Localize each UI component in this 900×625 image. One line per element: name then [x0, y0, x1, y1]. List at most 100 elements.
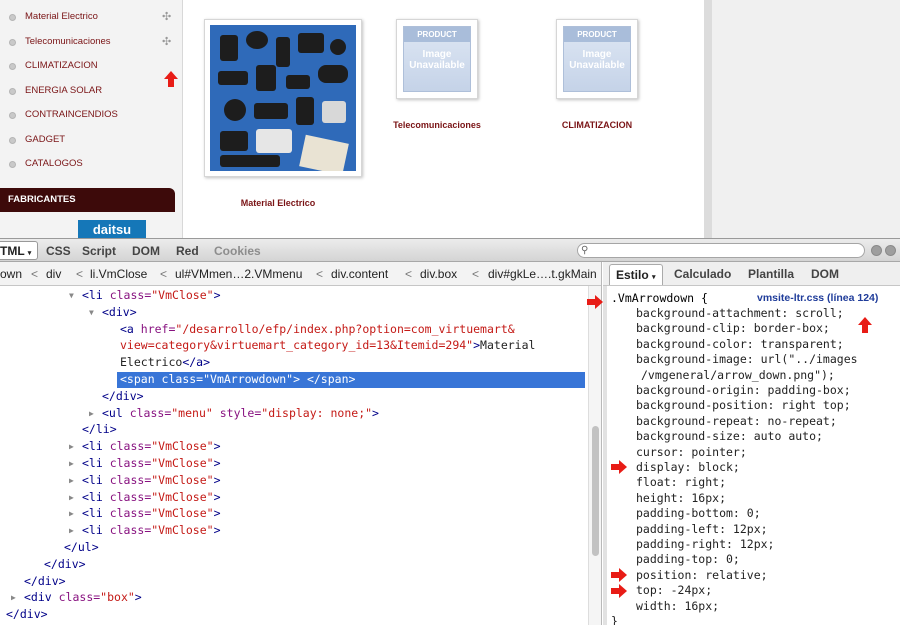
- breadcrumb-item[interactable]: div.content: [331, 267, 388, 281]
- sidebar-item-label[interactable]: Material Electrico: [25, 11, 98, 22]
- twisty-collapsed-icon[interactable]: ▶: [69, 509, 74, 518]
- product-thumbnail-material-electrico[interactable]: [204, 19, 362, 177]
- minimize-icon[interactable]: [871, 245, 882, 256]
- tab-plantilla[interactable]: Plantilla: [748, 267, 794, 281]
- sidebar-item-label[interactable]: Telecomunicaciones: [25, 36, 111, 47]
- breadcrumb-item[interactable]: div#gkLe….t.gkMain: [488, 267, 597, 281]
- product-thumbnail-telecomunicaciones[interactable]: PRODUCT Image Unavailable: [396, 19, 478, 99]
- twisty-collapsed-icon[interactable]: ▶: [11, 593, 16, 602]
- breadcrumb-item[interactable]: own: [0, 267, 22, 281]
- sidebar-item-label[interactable]: GADGET: [25, 134, 65, 145]
- chevron-down-icon[interactable]: ▾: [28, 250, 32, 257]
- css-declaration[interactable]: position: relative;: [636, 568, 768, 582]
- html-node[interactable]: <div>: [102, 305, 137, 321]
- twisty-expanded-icon[interactable]: ▼: [69, 291, 74, 300]
- daitsu-logo[interactable]: daitsu: [78, 220, 146, 238]
- breadcrumb-item[interactable]: div.box: [420, 267, 457, 281]
- breadcrumb-item[interactable]: li.VmClose: [90, 267, 147, 281]
- sidebar-item-label[interactable]: CONTRAINCENDIOS: [25, 109, 118, 120]
- css-declaration[interactable]: cursor: pointer;: [636, 445, 747, 459]
- tab-red[interactable]: Red: [176, 244, 199, 258]
- twisty-collapsed-icon[interactable]: ▶: [69, 442, 74, 451]
- html-node[interactable]: view=category&virtuemart_category_id=13&…: [120, 338, 535, 354]
- html-node[interactable]: </div>: [102, 389, 144, 405]
- tab-script[interactable]: Script: [82, 244, 116, 258]
- html-node[interactable]: Electrico</a>: [120, 355, 210, 371]
- sidebar-item[interactable]: CONTRAINCENDIOS: [0, 106, 183, 126]
- html-token: >: [213, 439, 221, 454]
- html-node[interactable]: <li class="VmClose">: [82, 490, 221, 506]
- twisty-expanded-icon[interactable]: ▼: [89, 308, 94, 317]
- tab-estilo[interactable]: Estilo ▾: [609, 264, 663, 285]
- product-caption-telecomunicaciones[interactable]: Telecomunicaciones: [372, 120, 502, 130]
- html-node[interactable]: <ul class="menu" style="display: none;">: [102, 406, 379, 422]
- css-declaration[interactable]: padding-bottom: 0;: [636, 506, 761, 520]
- css-declaration[interactable]: background-repeat: no-repeat;: [636, 414, 837, 428]
- css-declaration[interactable]: background-image: url("../images: [636, 352, 858, 366]
- css-declaration[interactable]: float: right;: [636, 475, 726, 489]
- tab-cookies[interactable]: Cookies: [214, 244, 261, 258]
- html-node[interactable]: <div class="box">: [24, 590, 142, 606]
- twisty-collapsed-icon[interactable]: ▶: [89, 409, 94, 418]
- sidebar-item[interactable]: ENERGIA SOLAR: [0, 82, 183, 102]
- css-declaration[interactable]: display: block;: [636, 460, 740, 474]
- twisty-collapsed-icon[interactable]: ▶: [69, 476, 74, 485]
- html-node[interactable]: <a href="/desarrollo/efp/index.php?optio…: [120, 322, 515, 338]
- sidebar-item-label[interactable]: CATALOGOS: [25, 158, 83, 169]
- css-source-link[interactable]: vmsite-ltr.css (línea 124): [757, 292, 878, 304]
- product-caption-material-electrico[interactable]: Material Electrico: [204, 198, 352, 208]
- sidebar-item[interactable]: GADGET: [0, 131, 183, 151]
- sidebar-item-label[interactable]: CLIMATIZACION: [25, 60, 98, 71]
- css-declaration[interactable]: padding-top: 0;: [636, 552, 740, 566]
- css-declaration[interactable]: background-clip: border-box;: [636, 321, 830, 335]
- css-declaration[interactable]: background-color: transparent;: [636, 337, 844, 351]
- twisty-collapsed-icon[interactable]: ▶: [69, 526, 74, 535]
- tab-html[interactable]: TML ▾: [0, 241, 38, 260]
- html-node[interactable]: </li>: [82, 422, 117, 438]
- annotation-arrow-up-icon: [858, 317, 872, 333]
- html-node[interactable]: <li class="VmClose">: [82, 506, 221, 522]
- css-declaration[interactable]: padding-left: 12px;: [636, 522, 768, 536]
- expand-icon[interactable]: ✣: [162, 35, 171, 48]
- twisty-collapsed-icon[interactable]: ▶: [69, 459, 74, 468]
- sidebar-item[interactable]: Telecomunicaciones ✣: [0, 33, 183, 53]
- expand-icon[interactable]: ✣: [162, 10, 171, 23]
- html-node[interactable]: </div>: [6, 607, 48, 623]
- html-node[interactable]: </div>: [24, 574, 66, 590]
- html-node[interactable]: <li class="VmClose">: [82, 456, 221, 472]
- breadcrumb-item[interactable]: div: [46, 267, 61, 281]
- tab-side-dom[interactable]: DOM: [811, 267, 839, 281]
- sidebar-item[interactable]: CATALOGOS: [0, 155, 183, 175]
- css-declaration[interactable]: width: 16px;: [636, 599, 719, 613]
- css-declaration[interactable]: padding-right: 12px;: [636, 537, 774, 551]
- search-input[interactable]: ⚲: [577, 243, 865, 258]
- css-declaration[interactable]: height: 16px;: [636, 491, 726, 505]
- html-node[interactable]: </ul>: [64, 540, 99, 556]
- close-icon[interactable]: [885, 245, 896, 256]
- html-node[interactable]: <li class="VmClose">: [82, 523, 221, 539]
- breadcrumb-item[interactable]: ul#VMmen…2.VMmenu: [175, 267, 302, 281]
- html-node[interactable]: <li class="VmClose">: [82, 473, 221, 489]
- chevron-down-icon[interactable]: ▾: [652, 274, 656, 281]
- tab-dom[interactable]: DOM: [132, 244, 160, 258]
- product-caption-climatizacion[interactable]: CLIMATIZACION: [532, 120, 662, 130]
- vertical-scrollbar[interactable]: [588, 286, 601, 625]
- css-declaration[interactable]: /vmgeneral/arrow_down.png");: [641, 368, 835, 382]
- css-declaration[interactable]: background-position: right top;: [636, 398, 851, 412]
- html-node[interactable]: <li class="VmClose">: [82, 439, 221, 455]
- html-node[interactable]: </div>: [44, 557, 86, 573]
- sidebar-item[interactable]: CLIMATIZACION: [0, 57, 183, 77]
- sidebar-item[interactable]: Material Electrico ✣: [0, 8, 183, 28]
- sidebar-item-label[interactable]: ENERGIA SOLAR: [25, 85, 102, 96]
- selected-html-node[interactable]: <span class="VmArrowdown"> </span>: [117, 372, 585, 388]
- twisty-collapsed-icon[interactable]: ▶: [69, 493, 74, 502]
- css-declaration[interactable]: background-origin: padding-box;: [636, 383, 851, 397]
- tab-calculado[interactable]: Calculado: [674, 267, 731, 281]
- scrollbar-thumb[interactable]: [592, 426, 599, 556]
- css-declaration[interactable]: background-attachment: scroll;: [636, 306, 844, 320]
- html-node[interactable]: <li class="VmClose">: [82, 288, 221, 304]
- product-thumbnail-climatizacion[interactable]: PRODUCT Image Unavailable: [556, 19, 638, 99]
- css-declaration[interactable]: top: -24px;: [636, 583, 712, 597]
- tab-css[interactable]: CSS: [46, 244, 71, 258]
- css-declaration[interactable]: background-size: auto auto;: [636, 429, 823, 443]
